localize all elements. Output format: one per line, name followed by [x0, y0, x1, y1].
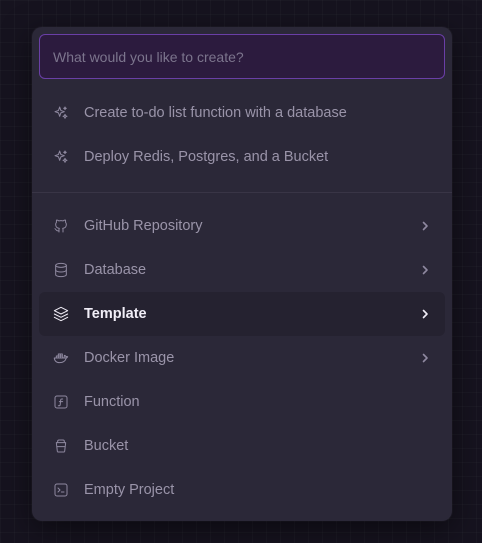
bucket-icon	[52, 437, 70, 455]
option-label: Empty Project	[84, 482, 175, 498]
option-docker-image[interactable]: Docker Image	[39, 336, 445, 380]
suggestion-todo-function[interactable]: Create to-do list function with a databa…	[39, 91, 445, 135]
option-label: Template	[84, 306, 147, 322]
chevron-right-icon	[419, 264, 431, 276]
option-label: GitHub Repository	[84, 218, 203, 234]
chevron-right-icon	[419, 220, 431, 232]
terminal-icon	[52, 481, 70, 499]
chevron-right-icon	[419, 308, 431, 320]
sparkle-icon	[52, 104, 70, 122]
search-input[interactable]	[39, 34, 445, 79]
option-empty-project[interactable]: Empty Project	[39, 468, 445, 512]
create-command-palette: Create to-do list function with a databa…	[32, 27, 452, 521]
function-icon	[52, 393, 70, 411]
option-label: Database	[84, 262, 147, 278]
option-label: Bucket	[84, 438, 129, 454]
suggestion-deploy-stack[interactable]: Deploy Redis, Postgres, and a Bucket	[39, 135, 445, 179]
suggestion-label: Create to-do list function with a databa…	[84, 105, 347, 121]
chevron-right-icon	[419, 352, 431, 364]
docker-icon	[52, 349, 70, 367]
option-bucket[interactable]: Bucket	[39, 424, 445, 468]
sparkle-icon	[52, 148, 70, 166]
divider	[32, 192, 452, 193]
option-github-repository[interactable]: GitHub Repository	[39, 204, 445, 248]
option-template[interactable]: Template	[39, 292, 445, 336]
option-label: Docker Image	[84, 350, 175, 366]
layers-icon	[52, 305, 70, 323]
database-icon	[52, 261, 70, 279]
option-function[interactable]: Function	[39, 380, 445, 424]
suggestion-label: Deploy Redis, Postgres, and a Bucket	[84, 149, 329, 165]
github-icon	[52, 217, 70, 235]
option-database[interactable]: Database	[39, 248, 445, 292]
option-label: Function	[84, 394, 140, 410]
